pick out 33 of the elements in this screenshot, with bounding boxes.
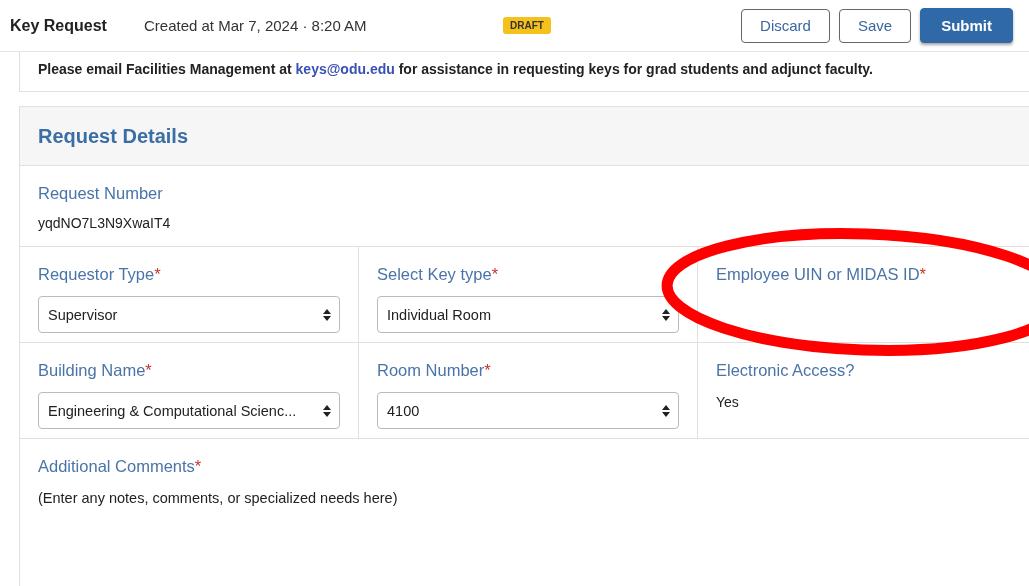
required-asterisk: * [484, 361, 491, 379]
notice-text: Please email Facilities Management at keys@odu.edu for assistance in requesting keys for grad students and adjunct faculty. [38, 61, 873, 77]
page-title: Key Request [10, 16, 108, 35]
caret-icon [323, 404, 331, 417]
required-asterisk: * [154, 265, 161, 283]
request-number: yqdNO7L3N9XwaIT4 [38, 215, 172, 231]
field-label: Additional Comments* [38, 457, 202, 476]
action-button[interactable]: Discard [741, 8, 830, 43]
required-asterisk: * [919, 265, 926, 283]
select-field[interactable]: 4100 [377, 392, 679, 429]
select-field[interactable]: Individual Room [377, 296, 679, 333]
created-timestamp: Created at Mar 7, 2024 · 8:20 AM [144, 17, 368, 34]
field-label: Requestor Type* [38, 265, 161, 284]
required-asterisk: * [491, 265, 499, 283]
field-label: Employee UIN or MIDAS ID* [716, 265, 926, 284]
caret-icon [662, 404, 670, 417]
caret-icon [662, 308, 670, 321]
required-asterisk: * [145, 361, 152, 379]
field-label: Room Number* [377, 361, 491, 380]
email-link[interactable]: keys@odu.edu [295, 61, 395, 77]
field-label: Building Name* [38, 361, 152, 380]
field-label: Electronic Access? [716, 361, 855, 380]
panel-title: Request Details [38, 124, 189, 148]
caret-icon [323, 308, 331, 321]
select-field[interactable]: Engineering & Computational Scienc... [38, 392, 340, 429]
field-label: Request Number [38, 184, 163, 203]
field-label: Select Key type* [377, 265, 499, 284]
select-field[interactable]: Supervisor [38, 296, 340, 333]
status-badge: DRAFT [503, 17, 551, 34]
action-button[interactable]: Save [838, 8, 912, 43]
required-asterisk: * [194, 457, 202, 475]
submit-button[interactable]: Submit [920, 8, 1013, 43]
field-value: Yes [716, 394, 740, 410]
